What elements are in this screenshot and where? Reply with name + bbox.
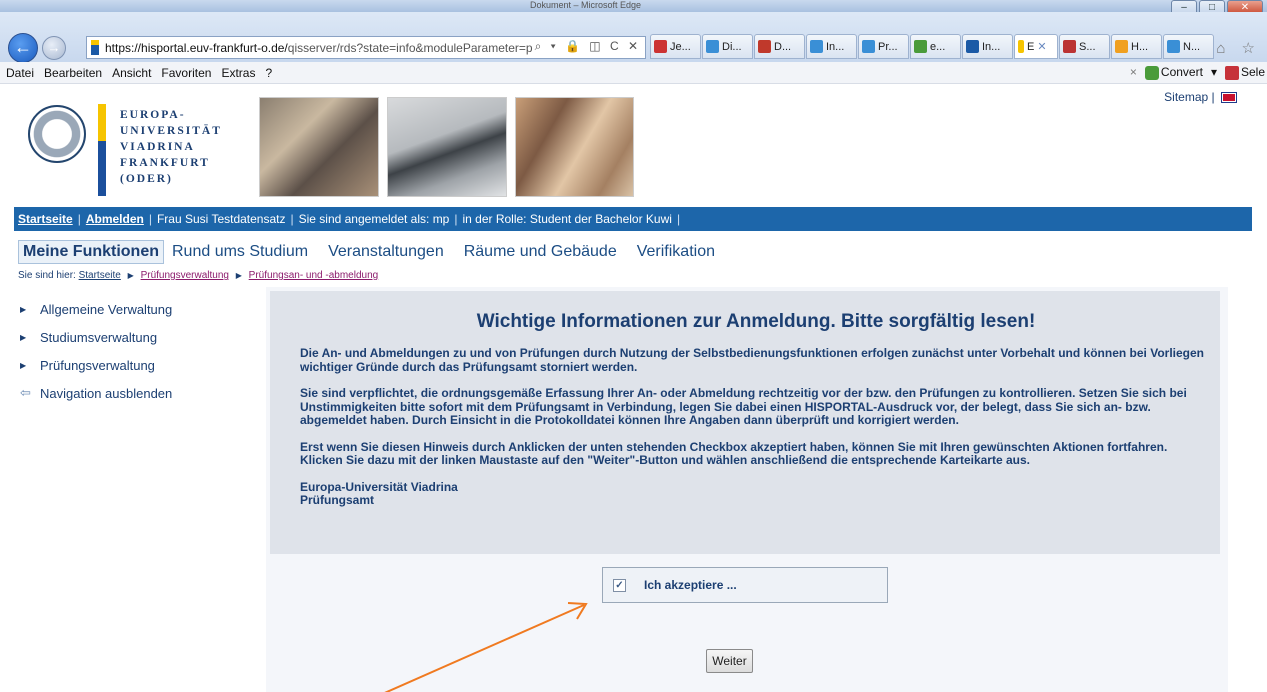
tab-favicon-icon — [1167, 40, 1180, 53]
menu-favoriten[interactable]: Favoriten — [161, 66, 211, 80]
tab-label: In... — [982, 40, 1001, 53]
tab-favicon-icon — [706, 40, 719, 53]
url-path: qisserver/rds?state=info&moduleParameter… — [287, 40, 533, 55]
tab-label: S... — [1079, 40, 1096, 53]
tab-label: In... — [826, 40, 845, 53]
convert-icon — [1144, 65, 1159, 80]
menu-bar: Datei Bearbeiten Ansicht Favoriten Extra… — [0, 62, 1267, 84]
close-tab-icon[interactable]: ✕ — [1037, 40, 1046, 53]
tab-favicon-icon — [914, 40, 927, 53]
browser-tab[interactable]: e... — [910, 34, 961, 59]
browser-tab[interactable]: S... — [1059, 34, 1110, 59]
menu-extras[interactable]: Extras — [221, 66, 255, 80]
convert-dropdown-icon[interactable]: ▾ — [1211, 65, 1217, 79]
arrow-shaft — [384, 604, 585, 692]
tab-label: N... — [1183, 40, 1201, 53]
browser-tab[interactable]: D... — [754, 34, 805, 59]
tab-label: H... — [1131, 40, 1149, 53]
window-titlebar: Dokument – Microsoft Edge – □ ✕ — [0, 0, 1267, 16]
tab-favicon-icon — [654, 40, 667, 53]
select-label: Sele — [1240, 65, 1265, 79]
close-toolbar-icon[interactable]: × — [1130, 65, 1137, 79]
back-button[interactable]: ← — [8, 33, 38, 63]
browser-tab-active[interactable]: E ✕ — [1014, 34, 1058, 59]
browser-toolbar: ← → https://hisportal.euv-frankfurt-o.de… — [0, 12, 1267, 63]
tab-favicon-icon — [862, 40, 875, 53]
browser-tab[interactable]: Pr... — [858, 34, 909, 59]
address-bar[interactable]: https://hisportal.euv-frankfurt-o.de/qis… — [86, 36, 646, 59]
convert-button[interactable]: Convert — [1144, 65, 1203, 80]
menu-bearbeiten[interactable]: Bearbeiten — [44, 66, 102, 80]
tab-favicon-icon — [1063, 40, 1076, 53]
browser-tab[interactable]: In... — [806, 34, 857, 59]
browser-tab[interactable]: H... — [1111, 34, 1162, 59]
menu-ansicht[interactable]: Ansicht — [112, 66, 151, 80]
home-favorites-icons[interactable]: ⌂ ☆ — [1216, 39, 1261, 57]
browser-tab[interactable]: Di... — [702, 34, 753, 59]
browser-tab[interactable]: In... — [962, 34, 1013, 59]
tab-label: D... — [774, 40, 792, 53]
tab-label: Je... — [670, 40, 691, 53]
tab-favicon-icon — [758, 40, 771, 53]
orange-arrow-annotation — [384, 602, 588, 692]
window-title: Dokument – Microsoft Edge — [530, 0, 642, 10]
web-page: EUROPA- UNIVERSITÄT VIADRINA FRANKFURT (… — [0, 85, 1267, 692]
url-host: https://hisportal.euv-frankfurt-o.de/ — [105, 40, 288, 55]
browser-tab[interactable]: N... — [1163, 34, 1214, 59]
select-icon — [1224, 65, 1239, 80]
toolbar-extensions: × Convert ▾ Sele — [1130, 65, 1265, 80]
menu-datei[interactable]: Datei — [6, 66, 34, 80]
menu-help[interactable]: ? — [265, 66, 272, 80]
tab-label: e... — [930, 40, 946, 53]
site-favicon-icon — [91, 40, 99, 55]
tab-strip: Je... Di... D... In... Pr... e... In... … — [650, 34, 1238, 59]
tab-label: Di... — [722, 40, 742, 53]
address-bar-icons[interactable]: ⌕ ▾ 🔒 ◫ C ✕ — [535, 39, 641, 54]
forward-button[interactable]: → — [42, 36, 66, 60]
tab-label: E — [1027, 40, 1035, 53]
convert-label: Convert — [1160, 65, 1203, 79]
select-button[interactable]: Sele — [1224, 65, 1265, 80]
browser-tab[interactable]: Je... — [650, 34, 701, 59]
tab-favicon-icon — [966, 40, 979, 53]
tab-label: Pr... — [878, 40, 898, 53]
tab-favicon-icon — [1115, 40, 1128, 53]
tab-favicon-icon — [810, 40, 823, 53]
tab-favicon-icon — [1018, 40, 1024, 53]
